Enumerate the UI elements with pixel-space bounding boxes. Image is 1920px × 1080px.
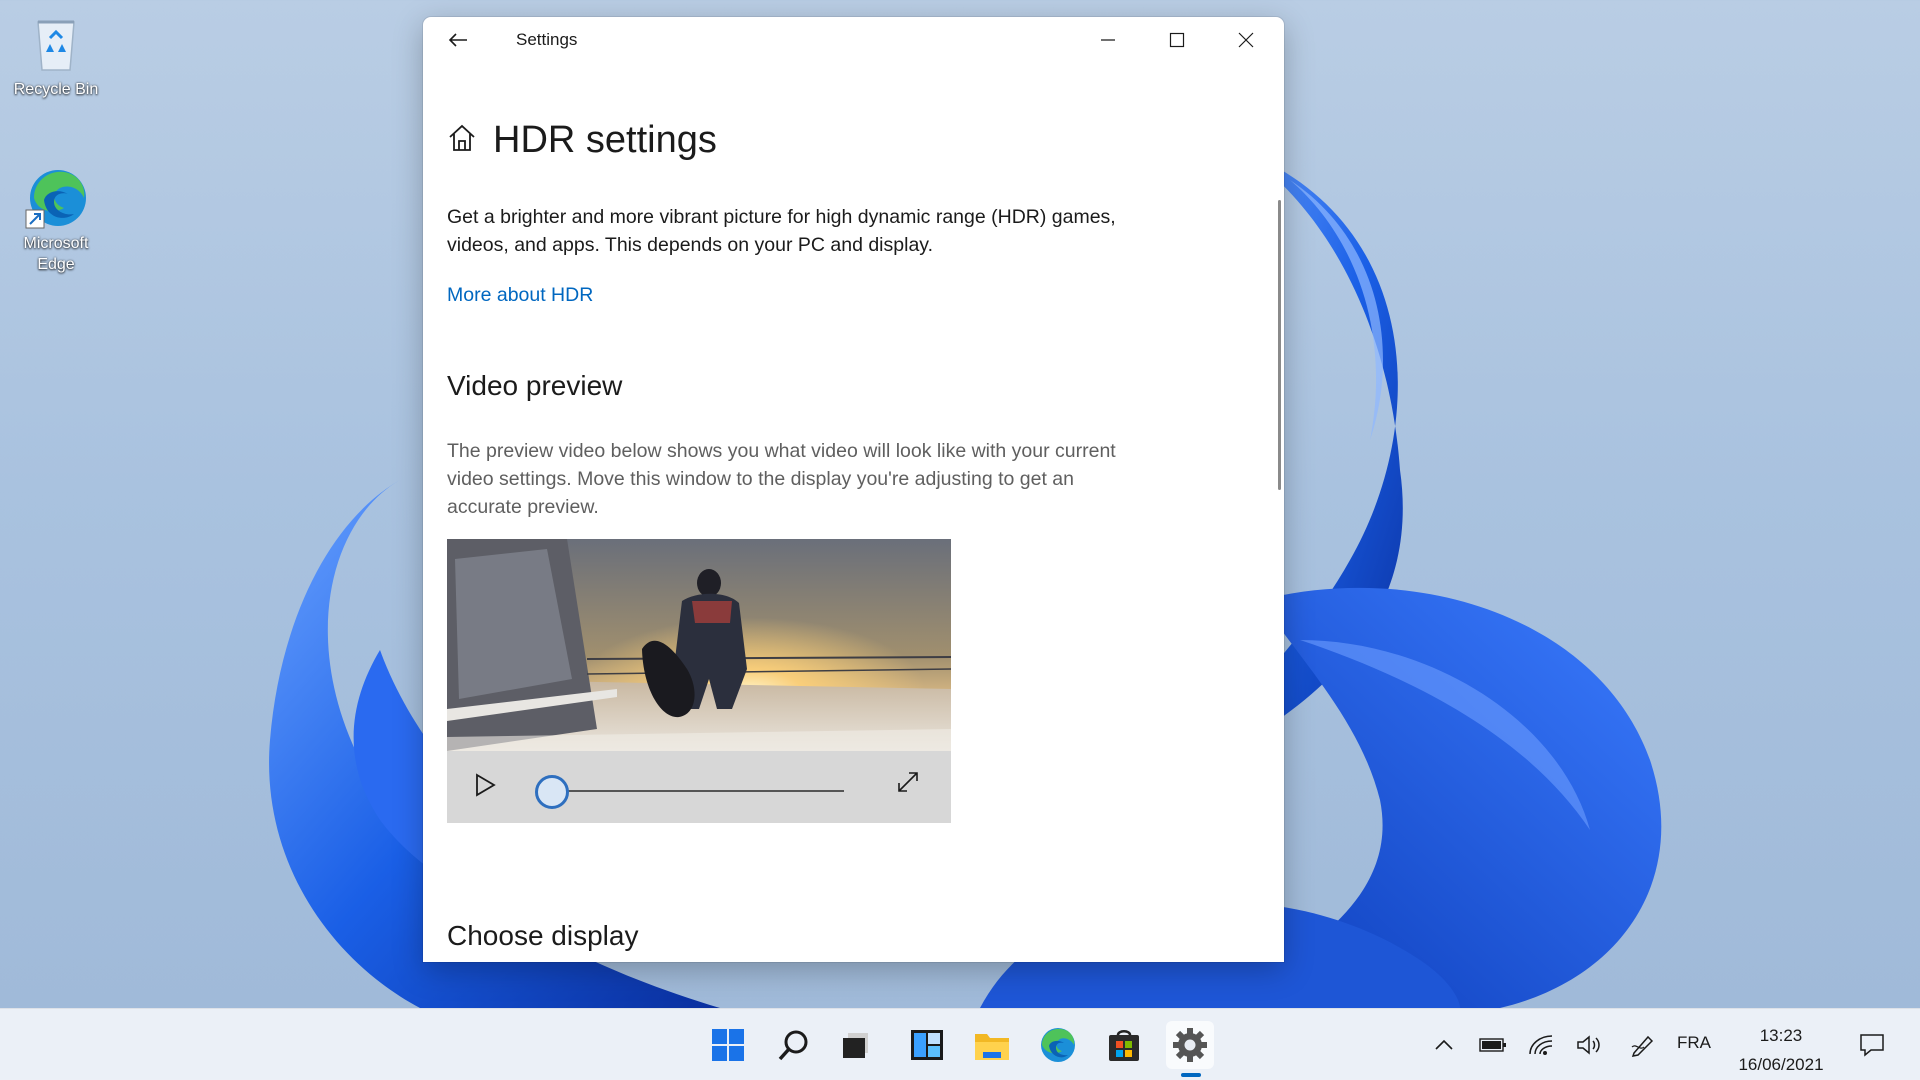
search-button[interactable] [770,1021,818,1069]
edge-icon [24,166,88,230]
widgets-icon [911,1030,943,1060]
desktop-icon-label: Microsoft Edge [23,235,89,273]
back-arrow-icon [448,33,467,47]
fullscreen-button[interactable] [893,767,923,797]
chevron-up-icon [1435,1039,1453,1050]
back-button[interactable] [443,27,473,53]
play-button[interactable] [469,769,501,801]
widgets-button[interactable] [903,1021,951,1069]
video-seek-thumb[interactable] [535,775,569,809]
play-icon [476,773,496,797]
battery-icon [1479,1038,1506,1052]
task-view-icon [843,1033,868,1058]
hdr-description: Get a brighter and more vibrant picture … [447,206,1116,256]
close-button[interactable] [1212,17,1280,63]
video-frame-image [447,539,951,751]
notifications-button[interactable] [1852,1009,1892,1080]
desktop-icon-label: Recycle Bin [13,81,99,98]
video-seek-track[interactable] [552,790,844,792]
pen-icon [1631,1035,1654,1057]
minimize-icon [1101,39,1115,41]
battery-tray-button[interactable] [1476,1009,1510,1080]
wifi-icon [1529,1035,1553,1055]
desktop-icon-edge[interactable]: Microsoft Edge [6,166,106,276]
minimize-button[interactable] [1074,17,1142,63]
start-icon [712,1029,744,1061]
settings-icon [1173,1028,1207,1062]
edge-taskbar-button[interactable] [1034,1021,1082,1069]
clock[interactable]: 13:23 16/06/2021 [1726,1021,1836,1079]
more-about-hdr-link[interactable]: More about HDR [447,284,593,307]
title-bar: Settings [423,17,1284,63]
maximize-icon [1169,32,1185,48]
speaker-icon [1577,1035,1600,1055]
page-header: HDR settings [447,119,717,162]
desktop-icon-recycle-bin[interactable]: Recycle Bin [6,12,106,101]
clock-time: 13:23 [1759,1026,1803,1045]
settings-window: Settings HDR settings Get a brighter and… [423,17,1284,962]
home-icon[interactable] [447,123,477,158]
video-controls [447,751,951,823]
pen-tray-button[interactable] [1626,1009,1660,1080]
choose-display-heading: Choose display [447,920,639,951]
taskbar: FRA 13:23 16/06/2021 [0,1008,1920,1080]
edge-icon [1041,1028,1075,1062]
store-button[interactable] [1100,1021,1148,1069]
input-language-indicator[interactable]: FRA [1677,1033,1711,1053]
window-title: Settings [516,30,578,49]
close-icon [1238,32,1254,48]
show-hidden-icons-button[interactable] [1428,1009,1460,1080]
active-app-indicator [1181,1073,1201,1077]
clock-date: 16/06/2021 [1738,1055,1824,1074]
store-icon [1109,1030,1139,1061]
file-explorer-icon [975,1034,1009,1060]
video-preview-heading: Video preview [447,370,623,401]
volume-tray-button[interactable] [1572,1009,1606,1080]
scrollbar[interactable] [1278,200,1281,490]
task-view-button[interactable] [832,1021,880,1069]
settings-taskbar-button[interactable] [1166,1021,1214,1069]
fullscreen-icon [898,772,918,792]
notification-icon [1860,1034,1884,1057]
file-explorer-button[interactable] [968,1021,1016,1069]
video-preview-player[interactable] [447,539,951,823]
start-button[interactable] [704,1021,752,1069]
search-icon [778,1030,808,1061]
recycle-bin-icon [24,12,88,76]
video-preview-description: The preview video below shows you what v… [447,440,1116,518]
maximize-button[interactable] [1143,17,1211,63]
page-title: HDR settings [493,119,717,161]
network-tray-button[interactable] [1524,1009,1558,1080]
